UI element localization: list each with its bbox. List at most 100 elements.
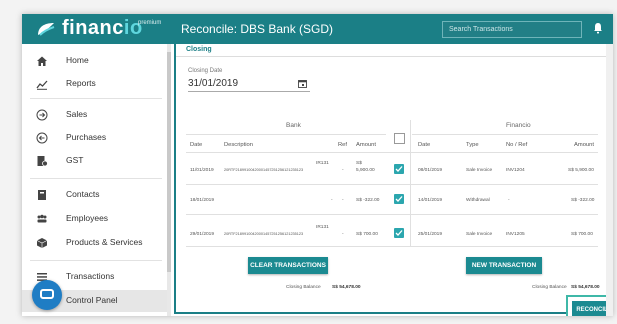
bank-ref: - <box>342 168 344 173</box>
fin-type: Sale Invoice <box>466 168 493 173</box>
scrollbar-thumb[interactable] <box>167 52 171 272</box>
bank-amount: S$ <box>356 161 362 166</box>
brand-name: financio <box>62 17 143 39</box>
sales-icon <box>36 109 48 121</box>
sidebar-item-home[interactable]: Home <box>22 50 167 72</box>
sidebar-item-label: Transactions <box>66 271 115 281</box>
col-header: No / Ref <box>506 142 528 148</box>
fin-ref: - <box>508 198 510 203</box>
check-icon <box>395 166 403 172</box>
bank-desc: IR131 <box>316 225 329 230</box>
col-header: Type <box>466 142 479 148</box>
home-icon <box>37 56 47 66</box>
bank-desc: - <box>331 198 333 203</box>
match-checkbox[interactable] <box>394 194 404 204</box>
match-checkbox[interactable] <box>394 228 404 238</box>
divider <box>410 120 411 246</box>
sidebar-item-label: Control Panel <box>66 295 118 305</box>
contacts-icon <box>38 190 46 200</box>
select-all-checkbox[interactable] <box>394 133 405 144</box>
bank-amount: S$ 700.00 <box>356 232 378 237</box>
divider <box>186 152 598 153</box>
bank-ref: - <box>342 232 344 237</box>
sidebar-item-products[interactable]: Products & Services <box>22 232 167 254</box>
new-transaction-button[interactable]: NEW TRANSACTION <box>466 257 542 274</box>
bank-date: 29/01/2019 <box>190 232 215 237</box>
financio-heading: Financio <box>506 122 531 129</box>
closing-date-field[interactable]: 31/01/2019 <box>188 78 238 89</box>
divider <box>412 134 598 135</box>
sidebar-item-purchases[interactable]: Purchases <box>22 127 167 149</box>
calendar-icon[interactable] <box>298 79 307 88</box>
fin-date: 25/01/2019 <box>418 232 443 237</box>
bank-ref: - <box>342 198 344 203</box>
col-header: Date <box>190 142 203 148</box>
employees-icon <box>37 214 47 223</box>
sidebar-item-gst[interactable]: GST <box>22 150 167 172</box>
brand-tag: premium <box>138 20 162 26</box>
sidebar-item-employees[interactable]: Employees <box>22 208 167 230</box>
page-title: Reconcile: DBS Bank (SGD) <box>181 22 334 36</box>
bank-date: 11/01/2019 <box>190 168 214 173</box>
bank-date: 18/01/2019 <box>190 198 215 203</box>
sidebar-item-sales[interactable]: Sales <box>22 104 167 126</box>
sidebar-item-label: Home <box>66 55 89 65</box>
bank-balance-label: Closing Balance <box>286 285 321 290</box>
tab-divider <box>176 56 608 57</box>
bell-icon[interactable] <box>593 22 603 34</box>
bank-desc: IR131 <box>316 161 329 166</box>
financio-balance-label: Closing Balance <box>532 285 567 290</box>
sidebar-item-label: Purchases <box>66 132 107 142</box>
check-icon <box>395 196 403 202</box>
reconcile-panel: Closing Closing Date 31/01/2019 Bank Fin… <box>174 44 613 316</box>
sidebar-divider <box>30 260 162 261</box>
fin-amount: S$ 700.00 <box>571 232 593 237</box>
tab-closing[interactable]: Closing <box>186 46 212 53</box>
bank-amount: 5,900.00 <box>356 168 375 173</box>
col-header: Ref <box>338 142 348 148</box>
col-header: Date <box>418 142 431 148</box>
box-icon <box>36 238 48 248</box>
fin-amount: S$ 5,900.00 <box>568 168 594 173</box>
sidebar-item-contacts[interactable]: Contacts <box>22 184 167 206</box>
col-header: Description <box>224 142 253 148</box>
sidebar-item-label: Contacts <box>66 189 100 199</box>
sidebar-item-label: Products & Services <box>66 237 143 247</box>
fin-ref: INV1205 <box>506 232 525 237</box>
chart-line-icon <box>36 80 48 90</box>
sidebar-scrollbar[interactable] <box>167 44 171 316</box>
main-scrollbar[interactable] <box>606 44 613 316</box>
fin-ref: INV1204 <box>506 168 525 173</box>
chat-button[interactable] <box>32 280 62 310</box>
fin-date: 14/01/2019 <box>418 198 443 203</box>
check-icon <box>395 230 403 236</box>
closing-date-label: Closing Date <box>188 68 223 74</box>
bank-desc: 20RTF21899100420001457251256121235123 <box>224 232 304 236</box>
fin-type: Sale Invoice <box>466 232 493 237</box>
brand-logo[interactable]: financio premium <box>22 14 172 44</box>
col-header: Amount <box>574 142 594 148</box>
bank-heading: Bank <box>286 122 301 129</box>
closing-date-underline <box>188 91 310 92</box>
logo-mark-icon <box>38 23 55 36</box>
clear-transactions-button[interactable]: CLEAR TRANSACTIONS <box>248 257 328 274</box>
col-header: Amount <box>356 142 376 148</box>
bank-desc: 20RTF21899100420001457251256121235123 <box>224 168 304 172</box>
sidebar-divider <box>30 98 162 99</box>
divider <box>186 214 598 215</box>
sidebar-divider <box>30 178 162 179</box>
purchases-icon <box>36 132 48 144</box>
fin-type: Withdrawal <box>466 198 490 203</box>
sidebar-item-label: Employees <box>66 213 109 223</box>
bank-balance-value: S$ 54,678.00 <box>332 285 361 290</box>
divider <box>186 246 598 247</box>
sidebar-item-label: Reports <box>66 78 96 88</box>
sidebar-item-reports[interactable]: Reports <box>22 73 167 95</box>
app-window: financio premium Reconcile: DBS Bank (SG… <box>22 14 613 316</box>
gst-icon <box>37 156 48 167</box>
sidebar-item-label: Sales <box>66 109 88 119</box>
search-input[interactable]: Search Transactions <box>442 21 582 38</box>
bank-amount: S$ -322.00 <box>356 198 380 203</box>
match-checkbox[interactable] <box>394 164 404 174</box>
financio-balance-value: S$ 54,678.00 <box>571 285 600 290</box>
